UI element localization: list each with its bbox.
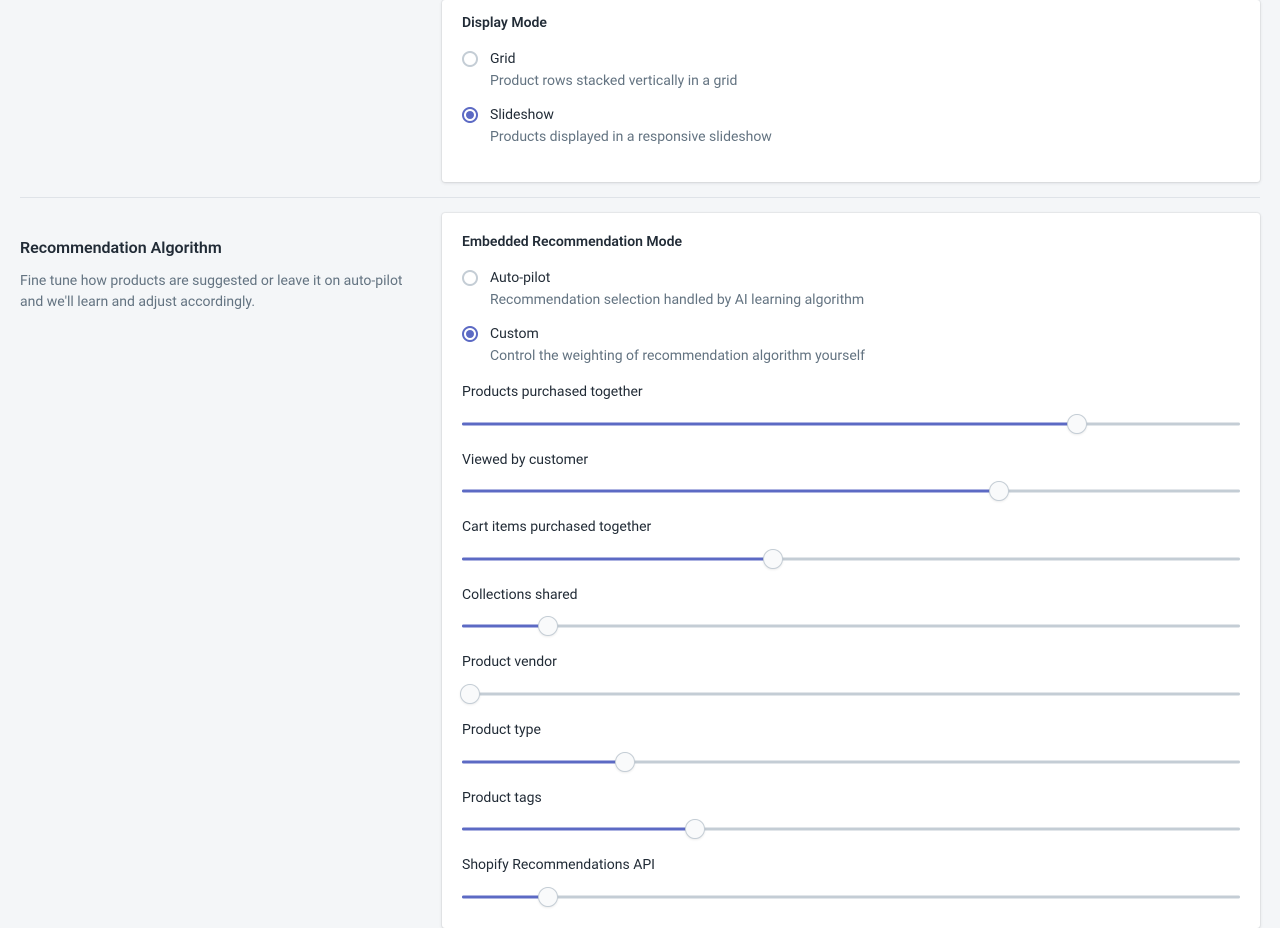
slider[interactable]	[462, 615, 1240, 637]
slider-track	[462, 625, 1240, 628]
slider[interactable]	[462, 480, 1240, 502]
slider-fill	[462, 422, 1077, 425]
display-mode-option-grid[interactable]: Grid Product rows stacked vertically in …	[462, 50, 1240, 92]
slider-block: Product type	[462, 721, 1240, 773]
slider-fill	[462, 557, 773, 560]
embedded-mode-title: Embedded Recommendation Mode	[462, 233, 1240, 253]
slider-track	[462, 895, 1240, 898]
algorithm-desc: Fine tune how products are suggested or …	[20, 271, 418, 313]
slider-block: Product vendor	[462, 653, 1240, 705]
display-mode-card: Display Mode Grid Product rows stacked v…	[442, 0, 1260, 182]
slider-label: Product vendor	[462, 653, 1240, 673]
slider-fill	[462, 828, 695, 831]
slider-label: Collections shared	[462, 586, 1240, 606]
radio-label: Auto-pilot	[490, 269, 1240, 289]
radio-icon	[462, 326, 478, 342]
slider-fill	[462, 760, 625, 763]
display-mode-section: Display Mode Grid Product rows stacked v…	[20, 0, 1260, 182]
radio-desc: Control the weighting of recommendation …	[490, 347, 1240, 367]
slider-label: Products purchased together	[462, 383, 1240, 403]
slider-thumb[interactable]	[538, 887, 558, 907]
radio-desc: Recommendation selection handled by AI l…	[490, 291, 1240, 311]
slider-label: Shopify Recommendations API	[462, 856, 1240, 876]
algorithm-sidebar: Recommendation Algorithm Fine tune how p…	[20, 213, 442, 928]
recommendation-algorithm-section: Recommendation Algorithm Fine tune how p…	[20, 197, 1260, 928]
slider-block: Cart items purchased together	[462, 518, 1240, 570]
slider-label: Viewed by customer	[462, 451, 1240, 471]
slider-fill	[462, 490, 999, 493]
slider-label: Product tags	[462, 789, 1240, 809]
algorithm-card: Embedded Recommendation Mode Auto-pilot …	[442, 213, 1260, 928]
slider-thumb[interactable]	[615, 752, 635, 772]
slider[interactable]	[462, 886, 1240, 908]
radio-icon	[462, 270, 478, 286]
radio-icon	[462, 107, 478, 123]
display-mode-sidebar	[20, 0, 442, 182]
slider[interactable]	[462, 818, 1240, 840]
slider[interactable]	[462, 683, 1240, 705]
embedded-mode-option-custom[interactable]: Custom Control the weighting of recommen…	[462, 325, 1240, 367]
slider-fill	[462, 895, 548, 898]
slider[interactable]	[462, 548, 1240, 570]
slider-label: Product type	[462, 721, 1240, 741]
radio-desc: Products displayed in a responsive slide…	[490, 128, 1240, 148]
slider-thumb[interactable]	[1067, 414, 1087, 434]
radio-label: Custom	[490, 325, 1240, 345]
display-mode-title: Display Mode	[462, 14, 1240, 34]
slider-block: Shopify Recommendations API	[462, 856, 1240, 908]
slider-thumb[interactable]	[538, 616, 558, 636]
radio-label: Grid	[490, 50, 1240, 70]
radio-desc: Product rows stacked vertically in a gri…	[490, 72, 1240, 92]
radio-icon	[462, 51, 478, 67]
slider-label: Cart items purchased together	[462, 518, 1240, 538]
slider-track	[462, 692, 1240, 695]
slider-block: Product tags	[462, 789, 1240, 841]
slider-block: Products purchased together	[462, 383, 1240, 435]
slider[interactable]	[462, 413, 1240, 435]
slider-block: Collections shared	[462, 586, 1240, 638]
slider-thumb[interactable]	[989, 481, 1009, 501]
slider-thumb[interactable]	[685, 819, 705, 839]
algorithm-title: Recommendation Algorithm	[20, 237, 418, 259]
slider[interactable]	[462, 751, 1240, 773]
display-mode-option-slideshow[interactable]: Slideshow Products displayed in a respon…	[462, 106, 1240, 148]
slider-fill	[462, 625, 548, 628]
slider-thumb[interactable]	[763, 549, 783, 569]
slider-thumb[interactable]	[460, 684, 480, 704]
radio-label: Slideshow	[490, 106, 1240, 126]
slider-block: Viewed by customer	[462, 451, 1240, 503]
embedded-mode-option-autopilot[interactable]: Auto-pilot Recommendation selection hand…	[462, 269, 1240, 311]
